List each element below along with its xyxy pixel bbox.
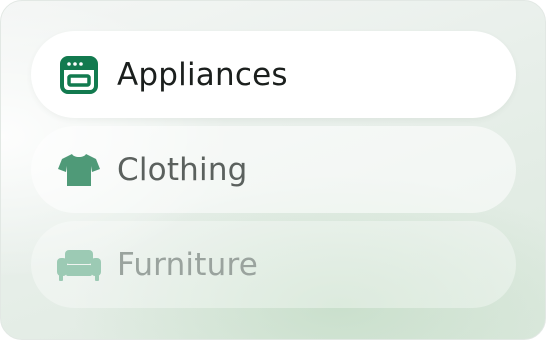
category-panel: Appliances Clothing Furniture [0,0,546,340]
oven-icon [57,53,101,97]
category-item-appliances[interactable]: Appliances [31,31,516,118]
sofa-icon [57,243,101,287]
category-item-clothing[interactable]: Clothing [31,126,516,213]
category-list: Appliances Clothing Furniture [31,31,516,316]
tshirt-icon [57,148,101,192]
category-item-furniture[interactable]: Furniture [31,221,516,308]
category-label-appliances: Appliances [117,56,288,93]
category-label-furniture: Furniture [117,246,258,283]
category-label-clothing: Clothing [117,151,248,188]
